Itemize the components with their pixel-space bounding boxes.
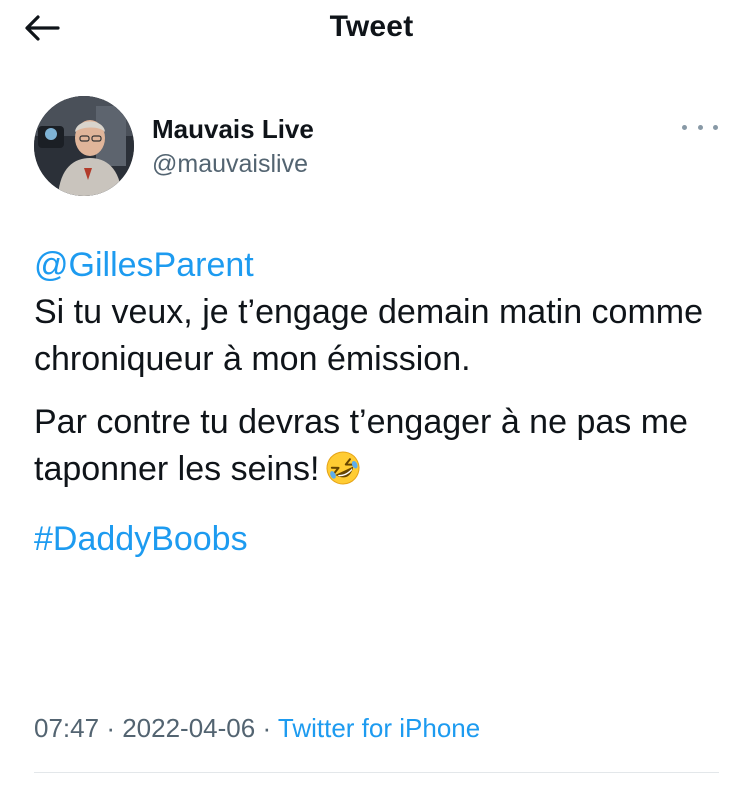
more-dot-icon <box>697 124 703 130</box>
rolling-on-floor-laughing-emoji-icon <box>325 450 361 499</box>
avatar[interactable] <box>34 96 134 196</box>
page-title: Tweet <box>329 10 414 43</box>
tweet-paragraph: Par contre tu devras t’engager à ne pas … <box>34 399 714 499</box>
tweet-text-line: Si tu veux, je t’engage demain matin com… <box>34 293 704 378</box>
top-bar: Tweet <box>0 0 743 60</box>
avatar-photo-icon <box>34 96 134 196</box>
tweet-text: @GillesParent Si tu veux, je t’engage de… <box>34 242 714 563</box>
tweet-date[interactable]: 2022-04-06 <box>122 713 255 743</box>
more-dot-icon <box>713 124 718 130</box>
tweet-source-link[interactable]: Twitter for iPhone <box>278 713 480 743</box>
meta-separator: · <box>106 713 115 743</box>
tweet-author-header: Mauvais Live @mauvaislive <box>34 96 724 196</box>
divider <box>34 772 719 773</box>
tweet-paragraph: #DaddyBoobs <box>34 516 714 563</box>
tweet-paragraph: @GillesParent Si tu veux, je t’engage de… <box>34 242 714 383</box>
tweet-time[interactable]: 07:47 <box>34 713 99 743</box>
hashtag-link[interactable]: #DaddyBoobs <box>34 520 248 558</box>
more-options-button[interactable] <box>682 120 718 134</box>
author-display-name[interactable]: Mauvais Live <box>152 114 314 145</box>
more-dot-icon <box>682 124 687 130</box>
meta-separator: · <box>262 713 272 743</box>
tweet-metadata: 07:47 · 2022-04-06 · Twitter for iPhone <box>34 713 480 744</box>
author-handle[interactable]: @mauvaislive <box>152 150 308 179</box>
mention-link[interactable]: @GillesParent <box>34 246 254 284</box>
